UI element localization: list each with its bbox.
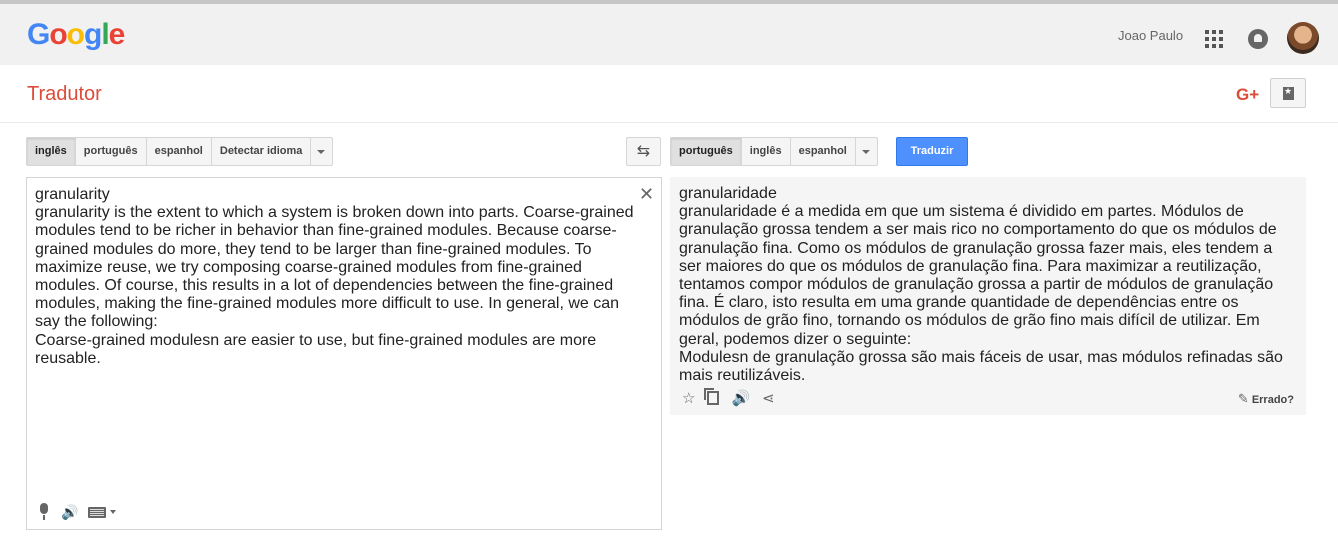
target-lang-dropdown-icon[interactable] [856,138,877,165]
result-speaker-icon[interactable]: 🔊 [731,389,750,407]
source-lang-portugues[interactable]: português [76,138,147,165]
swap-languages-button[interactable]: ⇆ [626,137,661,166]
copy-icon[interactable] [704,388,720,405]
keyboard-icon[interactable] [88,506,107,518]
keyboard-dropdown-icon[interactable] [110,510,117,514]
logo-letter: l [101,18,109,51]
share-icon[interactable]: ⋖ [762,389,775,407]
clear-text-icon[interactable]: ✕ [639,184,654,205]
logo-letter: e [108,18,126,51]
pencil-icon: ✎ [1237,391,1249,406]
target-lang-ingles[interactable]: inglês [742,138,791,165]
source-tools: 🔊 [37,503,117,521]
translation-result-area: granularidade granularidade é a medida e… [670,177,1306,415]
target-lang-espanhol[interactable]: espanhol [791,138,856,165]
page-title: Tradutor [27,83,102,105]
subheader: Tradutor G+ [0,65,1338,123]
user-name[interactable]: Joao Paulo [1118,28,1183,43]
swap-icon: ⇆ [636,143,651,160]
top-bar: Google Joao Paulo [0,0,1338,65]
logo-letter: g [84,18,102,51]
suggest-edit-label: Errado? [1251,394,1294,406]
notifications-bell-icon[interactable] [1248,29,1268,49]
apps-grid-icon[interactable] [1205,30,1223,48]
translation-text: granularidade granularidade é a medida e… [679,185,1283,385]
translate-button[interactable]: Traduzir [896,137,968,166]
source-lang-espanhol[interactable]: espanhol [147,138,212,165]
target-lang-portugues[interactable]: português [671,138,742,165]
source-lang-detect[interactable]: Detectar idioma [212,138,312,165]
suggest-edit-link[interactable]: ✎ Errado? [1238,391,1294,407]
logo-letter: o [66,18,85,51]
logo-letter: o [49,18,67,51]
target-language-bar: português inglês espanhol [670,137,878,166]
google-plus-share-button[interactable]: G+ [1236,85,1259,105]
phrasebook-icon [1283,86,1294,100]
source-speaker-icon[interactable]: 🔊 [61,504,78,521]
source-language-bar: inglês português espanhol Detectar idiom… [26,137,334,166]
phrasebook-button[interactable] [1270,78,1306,108]
microphone-icon[interactable] [37,503,51,521]
source-lang-ingles[interactable]: inglês [27,138,76,165]
source-text[interactable]: granularity granularity is the extent to… [35,186,635,368]
source-lang-dropdown-icon[interactable] [311,138,332,165]
google-logo[interactable]: Google [27,18,126,52]
avatar[interactable] [1287,22,1319,54]
result-tools: ☆ 🔊 ⋖ [682,388,775,407]
source-text-area[interactable]: granularity granularity is the extent to… [26,177,662,530]
star-icon[interactable]: ☆ [682,389,695,407]
logo-letter: G [27,18,50,51]
